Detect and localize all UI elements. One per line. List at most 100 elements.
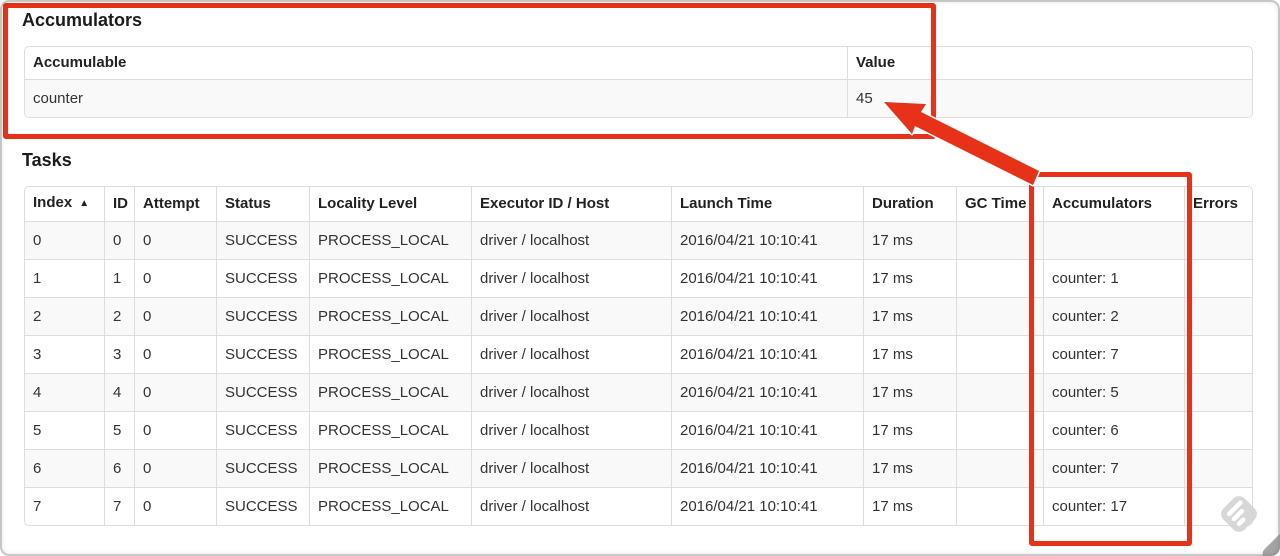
- tasks-header-row: Index ▲ ID Attempt Status Locality Level …: [25, 187, 1252, 222]
- cell-index: 6: [25, 449, 104, 487]
- cell-index: 3: [25, 335, 104, 373]
- index-column-header[interactable]: Index ▲: [25, 187, 104, 222]
- cell-accumulators: counter: 5: [1043, 373, 1184, 411]
- cell-launch-time: 2016/04/21 10:10:41: [671, 297, 863, 335]
- cell-errors: [1184, 297, 1252, 335]
- cell-gc-time: [956, 259, 1043, 297]
- cell-accumulators: counter: 7: [1043, 335, 1184, 373]
- cell-executor: driver / localhost: [471, 449, 671, 487]
- cell-duration: 17 ms: [863, 259, 956, 297]
- cell-id: 1: [104, 259, 134, 297]
- cell-duration: 17 ms: [863, 487, 956, 525]
- task-row: 3 3 0 SUCCESS PROCESS_LOCAL driver / loc…: [25, 335, 1252, 373]
- cell-index: 7: [25, 487, 104, 525]
- cell-errors: [1184, 487, 1252, 525]
- cell-accumulators: counter: 6: [1043, 411, 1184, 449]
- cell-executor: driver / localhost: [471, 297, 671, 335]
- status-column-header[interactable]: Status: [216, 187, 309, 222]
- launch-time-column-header[interactable]: Launch Time: [671, 187, 863, 222]
- cell-accumulators: [1043, 222, 1184, 259]
- cell-status: SUCCESS: [216, 373, 309, 411]
- accumulators-table: Accumulable Value counter 45: [24, 46, 1253, 118]
- cell-locality-level: PROCESS_LOCAL: [309, 449, 471, 487]
- page-content: Accumulators Accumulable Value counter 4…: [22, 0, 1253, 526]
- cell-attempt: 0: [134, 449, 216, 487]
- cell-locality-level: PROCESS_LOCAL: [309, 259, 471, 297]
- cell-duration: 17 ms: [863, 335, 956, 373]
- cell-errors: [1184, 222, 1252, 259]
- cell-index: 0: [33, 232, 42, 249]
- cell-duration: 17 ms: [863, 297, 956, 335]
- cell-launch-time: 2016/04/21 10:10:41: [671, 449, 863, 487]
- cell-attempt: 0: [134, 335, 216, 373]
- cell-index: 1: [25, 259, 104, 297]
- cell-executor: driver / localhost: [471, 487, 671, 525]
- task-row: 5 5 0 SUCCESS PROCESS_LOCAL driver / loc…: [25, 411, 1252, 449]
- accumulators-section-title: Accumulators: [22, 10, 143, 30]
- accumulators-column-header[interactable]: Accumulators: [1043, 187, 1184, 222]
- cell-locality-level: PROCESS_LOCAL: [309, 297, 471, 335]
- attempt-column-header[interactable]: Attempt: [134, 187, 216, 222]
- cell-launch-time: 2016/04/21 10:10:41: [671, 487, 863, 525]
- cell-errors: [1184, 373, 1252, 411]
- errors-column-header[interactable]: Errors: [1184, 187, 1252, 222]
- cell-launch-time: 2016/04/21 10:10:41: [671, 222, 863, 259]
- cell-launch-time: 2016/04/21 10:10:41: [671, 411, 863, 449]
- cell-errors: [1184, 411, 1252, 449]
- cell-executor: driver / localhost: [471, 222, 671, 259]
- cell-status: SUCCESS: [216, 335, 309, 373]
- task-row: 2 2 0 SUCCESS PROCESS_LOCAL driver / loc…: [25, 297, 1252, 335]
- accumulators-header-row: Accumulable Value: [25, 47, 1252, 80]
- cell-locality-level: PROCESS_LOCAL: [309, 487, 471, 525]
- cell-id: 5: [104, 411, 134, 449]
- cell-launch-time: 2016/04/21 10:10:41: [671, 373, 863, 411]
- executor-id-host-column-header[interactable]: Executor ID / Host: [471, 187, 671, 222]
- cell-id: 3: [104, 335, 134, 373]
- accumulable-column-header: Accumulable: [25, 47, 847, 80]
- value-column-header: Value: [847, 47, 1252, 80]
- cell-locality-level: PROCESS_LOCAL: [309, 411, 471, 449]
- cell-status: SUCCESS: [216, 297, 309, 335]
- cell-index: 5: [25, 411, 104, 449]
- cell-executor: driver / localhost: [471, 411, 671, 449]
- task-row: 1 1 0 SUCCESS PROCESS_LOCAL driver / loc…: [25, 259, 1252, 297]
- cell-gc-time: [956, 222, 1043, 259]
- cell-executor: driver / localhost: [471, 373, 671, 411]
- cell-id: 7: [104, 487, 134, 525]
- duration-column-header[interactable]: Duration: [863, 187, 956, 222]
- cursor-fragment: [1259, 525, 1280, 556]
- cell-gc-time: [956, 449, 1043, 487]
- cell-errors: [1184, 335, 1252, 373]
- cell-gc-time: [956, 373, 1043, 411]
- cell-id: 2: [104, 297, 134, 335]
- cell-duration: 17 ms: [863, 373, 956, 411]
- gc-time-column-header[interactable]: GC Time: [956, 187, 1043, 222]
- cell-attempt: 0: [134, 222, 216, 259]
- sort-ascending-icon: ▲: [79, 198, 90, 209]
- accumulable-value-cell: 45: [847, 80, 1252, 117]
- task-row: 4 4 0 SUCCESS PROCESS_LOCAL driver / loc…: [25, 373, 1252, 411]
- cell-gc-time: [956, 411, 1043, 449]
- cell-status: SUCCESS: [216, 487, 309, 525]
- spark-stage-page: Accumulators Accumulable Value counter 4…: [0, 0, 1280, 556]
- cell-attempt: 0: [134, 487, 216, 525]
- cell-status: SUCCESS: [216, 449, 309, 487]
- cell-launch-time: 2016/04/21 10:10:41: [671, 259, 863, 297]
- index-column-label: Index: [33, 194, 73, 211]
- cell-accumulators: counter: 2: [1043, 297, 1184, 335]
- tasks-section-title: Tasks: [22, 150, 72, 170]
- id-column-header[interactable]: ID: [104, 187, 134, 222]
- cell-status: SUCCESS: [216, 259, 309, 297]
- cell-gc-time: [956, 297, 1043, 335]
- cell-locality-level: PROCESS_LOCAL: [309, 335, 471, 373]
- cell-launch-time: 2016/04/21 10:10:41: [671, 335, 863, 373]
- cell-errors: [1184, 449, 1252, 487]
- locality-level-column-header[interactable]: Locality Level: [309, 187, 471, 222]
- cell-attempt: 0: [134, 411, 216, 449]
- cell-id: 4: [104, 373, 134, 411]
- cell-gc-time: [956, 335, 1043, 373]
- cell-duration: 17 ms: [863, 411, 956, 449]
- task-row: 6 6 0 SUCCESS PROCESS_LOCAL driver / loc…: [25, 449, 1252, 487]
- cell-gc-time: [956, 487, 1043, 525]
- cell-executor: driver / localhost: [471, 259, 671, 297]
